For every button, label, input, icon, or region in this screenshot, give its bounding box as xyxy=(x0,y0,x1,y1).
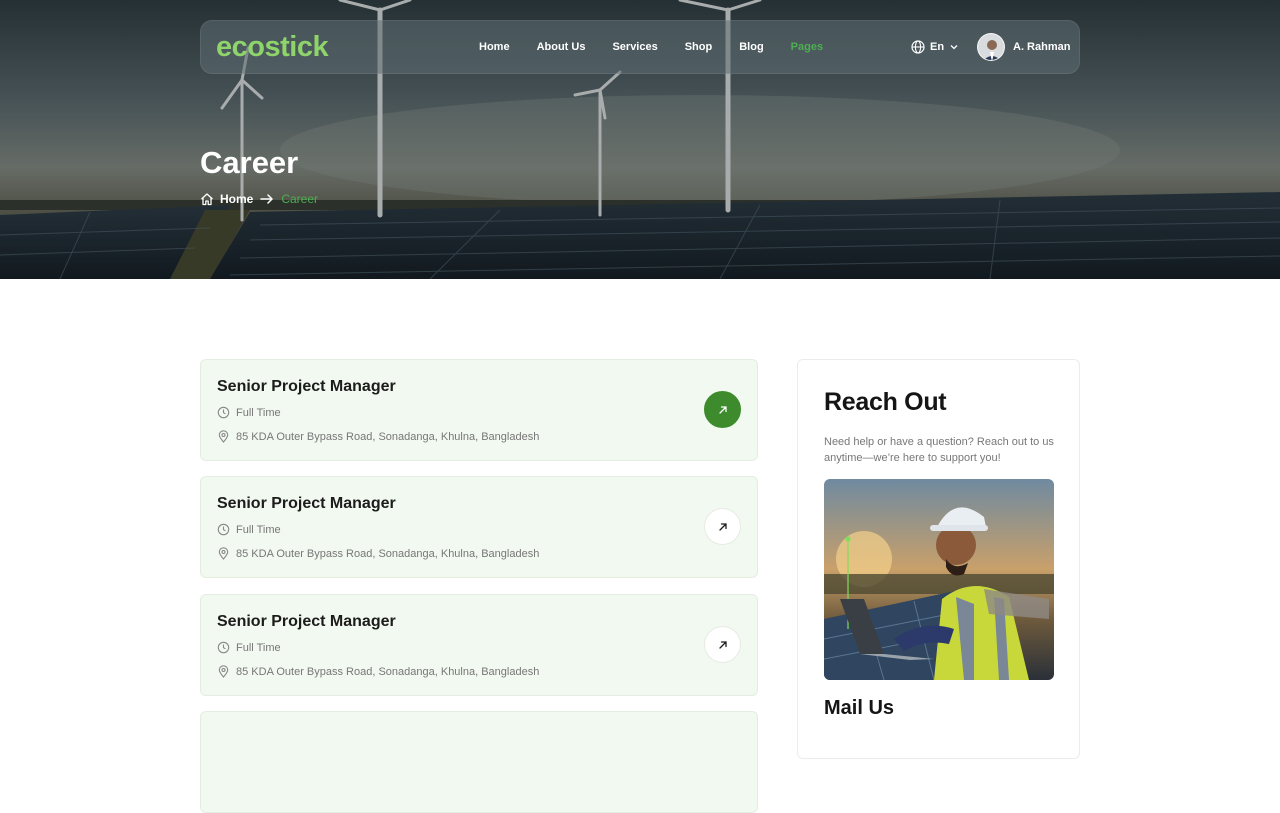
clock-icon xyxy=(217,523,230,536)
job-location: 85 KDA Outer Bypass Road, Sonadanga, Khu… xyxy=(217,547,539,560)
job-card[interactable]: Senior Project Manager Full Time 85 KDA … xyxy=(200,359,758,461)
user-name: A. Rahman xyxy=(1013,41,1071,53)
job-card[interactable]: Senior Project Manager Full Time 85 KDA … xyxy=(200,594,758,696)
technician-image xyxy=(824,479,1054,680)
job-type-label: Full Time xyxy=(236,406,281,419)
arrow-right-icon xyxy=(260,194,274,204)
arrow-up-right-icon xyxy=(718,522,727,531)
avatar xyxy=(977,33,1005,61)
reach-out-title: Reach Out xyxy=(824,388,947,416)
top-navbar: ecostick Home About Us Services Shop Blo… xyxy=(200,20,1080,74)
job-open-button[interactable] xyxy=(704,508,741,545)
brand-logo[interactable]: ecostick xyxy=(216,31,329,64)
map-pin-icon xyxy=(218,430,229,443)
map-pin-icon xyxy=(218,547,229,560)
map-pin-icon xyxy=(218,665,229,678)
mail-us-title: Mail Us xyxy=(824,697,895,719)
hero-banner: ecostick Home About Us Services Shop Blo… xyxy=(0,0,1280,279)
user-avatar-image xyxy=(978,34,1004,60)
page-title: Career xyxy=(200,145,299,180)
user-menu[interactable]: A. Rahman xyxy=(977,33,1070,61)
main-nav: Home About Us Services Shop Blog Pages xyxy=(479,41,850,53)
breadcrumb-current: Career xyxy=(281,192,319,206)
job-type: Full Time xyxy=(217,523,281,536)
job-open-button[interactable] xyxy=(704,626,741,663)
job-location-label: 85 KDA Outer Bypass Road, Sonadanga, Khu… xyxy=(236,430,540,443)
job-type-label: Full Time xyxy=(236,523,281,536)
job-type: Full Time xyxy=(217,641,281,654)
arrow-up-right-icon xyxy=(718,405,727,414)
job-card-partial[interactable] xyxy=(200,711,758,813)
job-location: 85 KDA Outer Bypass Road, Sonadanga, Khu… xyxy=(217,665,539,678)
nav-link-blog[interactable]: Blog xyxy=(739,41,763,53)
technician-photo xyxy=(824,479,1054,680)
job-type: Full Time xyxy=(217,406,281,419)
job-type-label: Full Time xyxy=(236,641,281,654)
nav-link-pages[interactable]: Pages xyxy=(791,41,823,53)
breadcrumb-home-link[interactable]: Home xyxy=(220,192,253,206)
job-location: 85 KDA Outer Bypass Road, Sonadanga, Khu… xyxy=(217,430,539,443)
nav-link-home[interactable]: Home xyxy=(479,41,510,53)
chevron-down-icon xyxy=(950,45,958,50)
job-card[interactable]: Senior Project Manager Full Time 85 KDA … xyxy=(200,476,758,578)
language-label: En xyxy=(930,41,945,53)
breadcrumb: Home Career xyxy=(200,192,318,206)
job-open-button[interactable] xyxy=(704,391,741,428)
reach-out-text: Need help or have a question? Reach out … xyxy=(824,436,1054,464)
nav-link-about-us[interactable]: About Us xyxy=(537,41,586,53)
globe-icon xyxy=(911,40,925,54)
arrow-up-right-icon xyxy=(718,640,727,649)
job-location-label: 85 KDA Outer Bypass Road, Sonadanga, Khu… xyxy=(236,547,540,560)
job-location-label: 85 KDA Outer Bypass Road, Sonadanga, Khu… xyxy=(236,665,540,678)
job-title: Senior Project Manager xyxy=(217,495,396,512)
home-icon xyxy=(201,193,213,206)
clock-icon xyxy=(217,406,230,419)
job-title: Senior Project Manager xyxy=(217,378,396,395)
job-title: Senior Project Manager xyxy=(217,613,396,630)
language-selector[interactable]: En xyxy=(911,40,959,54)
reach-out-sidebar: Reach Out Need help or have a question? … xyxy=(797,359,1080,759)
nav-link-shop[interactable]: Shop xyxy=(685,41,713,53)
nav-link-services[interactable]: Services xyxy=(612,41,657,53)
clock-icon xyxy=(217,641,230,654)
